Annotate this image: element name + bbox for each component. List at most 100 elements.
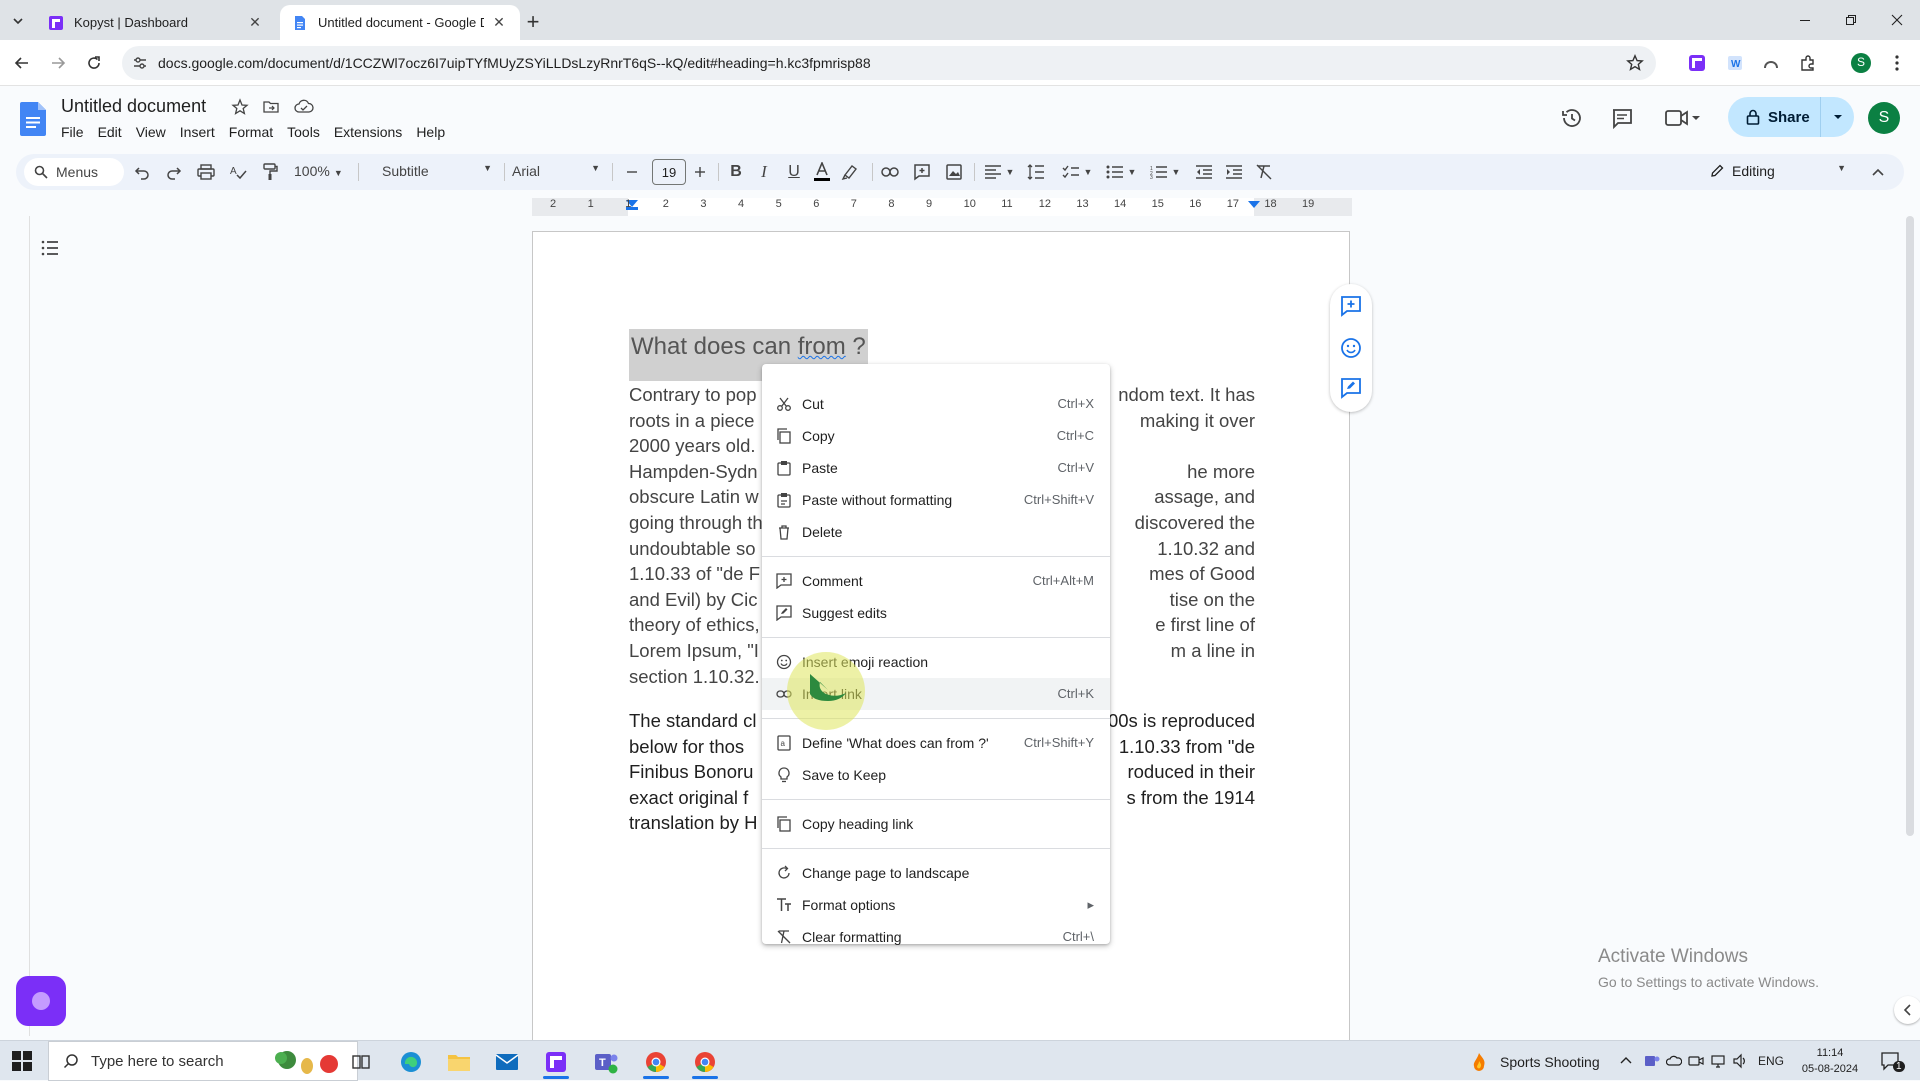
vertical-scrollbar[interactable]: [1906, 216, 1914, 836]
menu-item-change-page-to-landscape[interactable]: Change page to landscape: [762, 857, 1110, 889]
highlight-color-button[interactable]: [838, 160, 862, 184]
menu-item-suggest-edits[interactable]: Suggest edits: [762, 597, 1110, 629]
version-history-button[interactable]: [1558, 104, 1586, 132]
search-menus-button[interactable]: Menus: [24, 158, 124, 186]
increase-font-size-button[interactable]: [688, 160, 712, 184]
site-info-icon[interactable]: [132, 55, 148, 71]
paragraph-style-select[interactable]: Subtitle ▼: [382, 163, 492, 179]
menu-help[interactable]: Help: [416, 124, 445, 140]
teams-taskbar-button[interactable]: T: [585, 1045, 627, 1079]
close-tab-icon[interactable]: ✕: [490, 14, 508, 32]
document-heading[interactable]: What does can from ?: [629, 329, 868, 365]
back-button[interactable]: [10, 51, 34, 75]
decrease-font-size-button[interactable]: [620, 160, 644, 184]
align-select[interactable]: ▼: [982, 160, 1016, 184]
decrease-indent-button[interactable]: [1192, 160, 1216, 184]
document-outline-button[interactable]: [38, 236, 62, 260]
bold-button[interactable]: B: [724, 160, 748, 184]
extensions-puzzle-icon[interactable]: [1797, 52, 1819, 74]
close-window-button[interactable]: [1874, 0, 1920, 40]
menu-insert[interactable]: Insert: [180, 124, 215, 140]
file-explorer-taskbar-button[interactable]: [438, 1045, 480, 1079]
clear-formatting-button[interactable]: [1252, 160, 1276, 184]
menu-extensions[interactable]: Extensions: [334, 124, 402, 140]
undo-button[interactable]: [130, 160, 154, 184]
taskbar-clock[interactable]: 11:14 05-08-2024: [1790, 1045, 1870, 1077]
suggest-edits-button[interactable]: [1339, 376, 1363, 400]
word-extension-icon[interactable]: W: [1724, 52, 1746, 74]
menu-view[interactable]: View: [136, 124, 166, 140]
vertical-ruler[interactable]: [14, 216, 30, 1036]
docs-home-icon[interactable]: [20, 102, 46, 136]
windows-start-icon[interactable]: [12, 1051, 32, 1071]
emoji-reaction-button[interactable]: [1339, 336, 1363, 360]
minimize-button[interactable]: [1782, 0, 1828, 40]
add-comment-button[interactable]: [1339, 294, 1363, 318]
increase-indent-button[interactable]: [1222, 160, 1246, 184]
menu-tools[interactable]: Tools: [287, 124, 320, 140]
editing-mode-select[interactable]: Editing ▼: [1710, 163, 1846, 179]
menu-item-paste[interactable]: Paste Ctrl+V: [762, 452, 1110, 484]
menu-format[interactable]: Format: [229, 124, 273, 140]
new-tab-button[interactable]: +: [520, 9, 546, 35]
menu-item-copy-heading-link[interactable]: Copy heading link: [762, 808, 1110, 840]
volume-icon[interactable]: [1732, 1053, 1748, 1069]
italic-button[interactable]: I: [752, 160, 776, 184]
menu-item-copy[interactable]: Copy Ctrl+C: [762, 420, 1110, 452]
forward-button[interactable]: [46, 51, 70, 75]
chrome-taskbar-button-1[interactable]: [635, 1045, 677, 1079]
font-size-input[interactable]: 19: [652, 159, 686, 185]
menu-file[interactable]: File: [61, 124, 84, 140]
underline-button[interactable]: U: [782, 160, 806, 184]
menu-item-paste-without-formatting[interactable]: Paste without formatting Ctrl+Shift+V: [762, 484, 1110, 516]
taskbar-search-box[interactable]: Type here to search: [48, 1041, 358, 1081]
meet-now-icon[interactable]: [1688, 1053, 1704, 1069]
numbered-list-select[interactable]: 123 ▼: [1148, 160, 1182, 184]
tab-google-docs[interactable]: Untitled document - Google Docs ✕: [280, 5, 520, 40]
hide-menus-button[interactable]: [1866, 160, 1890, 184]
menu-edit[interactable]: Edit: [98, 124, 122, 140]
kopyst-taskbar-button[interactable]: [535, 1045, 577, 1079]
menu-item-format-options[interactable]: Format options ▸: [762, 889, 1110, 921]
task-view-button[interactable]: [340, 1045, 382, 1079]
address-bar[interactable]: docs.google.com/document/d/1CCZWl7ocz6I7…: [122, 46, 1656, 80]
language-indicator[interactable]: ENG: [1758, 1054, 1784, 1068]
teams-tray-icon[interactable]: [1644, 1053, 1660, 1069]
insert-image-button[interactable]: [942, 160, 966, 184]
menu-item-save-to-keep[interactable]: Save to Keep: [762, 759, 1110, 791]
close-tab-icon[interactable]: ✕: [246, 14, 264, 32]
weather-widget[interactable]: Sports Shooting: [1468, 1051, 1600, 1073]
swirl-extension-icon[interactable]: [1760, 52, 1782, 74]
insert-link-button[interactable]: [878, 160, 902, 184]
edge-taskbar-button[interactable]: [390, 1045, 432, 1079]
side-panel-toggle[interactable]: [1894, 996, 1920, 1024]
mail-taskbar-button[interactable]: [486, 1045, 528, 1079]
menu-item-delete[interactable]: Delete: [762, 516, 1110, 548]
print-button[interactable]: [194, 160, 218, 184]
network-icon[interactable]: [1710, 1053, 1726, 1069]
tab-kopyst-dashboard[interactable]: Kopyst | Dashboard ✕: [36, 5, 276, 40]
kopyst-recorder-button[interactable]: [16, 976, 66, 1026]
text-color-button[interactable]: [810, 160, 834, 184]
menu-item-define-what-does-can-from[interactable]: a Define 'What does can from ?' Ctrl+Shift…: [762, 727, 1110, 759]
bookmark-star-icon[interactable]: [1626, 54, 1644, 72]
line-spacing-button[interactable]: [1024, 160, 1048, 184]
font-select[interactable]: Arial ▼: [512, 163, 600, 179]
comments-button[interactable]: [1608, 104, 1636, 132]
account-avatar[interactable]: S: [1868, 102, 1900, 134]
chrome-taskbar-button-2[interactable]: [684, 1045, 726, 1079]
menu-item-cut[interactable]: Cut Ctrl+X: [762, 388, 1110, 420]
menu-item-clear-formatting[interactable]: Clear formatting Ctrl+\: [762, 921, 1110, 953]
paint-format-button[interactable]: [258, 160, 282, 184]
redo-button[interactable]: [162, 160, 186, 184]
document-title[interactable]: Untitled document: [61, 96, 206, 117]
share-options-button[interactable]: [1820, 97, 1854, 137]
profile-avatar[interactable]: S: [1850, 52, 1872, 74]
chevron-up-icon[interactable]: [1620, 1055, 1632, 1065]
browser-menu-button[interactable]: [1886, 52, 1908, 74]
kopyst-extension-icon[interactable]: [1686, 52, 1708, 74]
restore-button[interactable]: [1828, 0, 1874, 40]
menu-item-comment[interactable]: Comment Ctrl+Alt+M: [762, 565, 1110, 597]
insert-comment-button[interactable]: [910, 160, 934, 184]
bulleted-list-select[interactable]: ▼: [1104, 160, 1138, 184]
